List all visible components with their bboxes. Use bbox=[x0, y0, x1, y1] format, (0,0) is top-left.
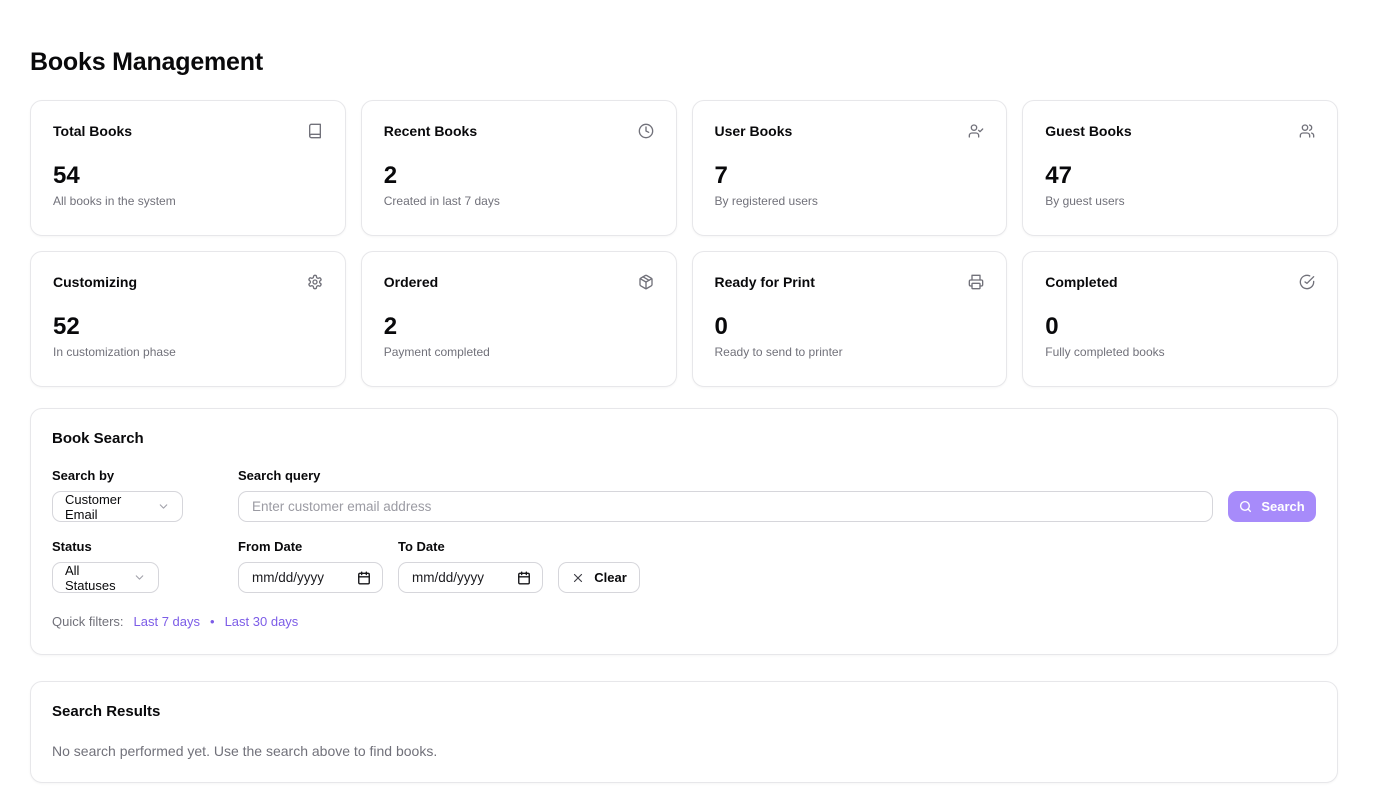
check-circle-icon bbox=[1299, 274, 1315, 290]
status-label: Status bbox=[52, 539, 223, 554]
stat-card-title: Ready for Print bbox=[715, 274, 815, 290]
stat-card-subtitle: By registered users bbox=[715, 194, 985, 208]
clear-button-label: Clear bbox=[594, 570, 627, 585]
stat-card-value: 52 bbox=[53, 315, 323, 339]
stat-card-subtitle: All books in the system bbox=[53, 194, 323, 208]
status-field: Status All Statuses bbox=[52, 539, 223, 593]
search-by-field: Search by Customer Email bbox=[52, 468, 223, 522]
search-by-select[interactable]: Customer Email bbox=[52, 491, 183, 522]
stat-card-subtitle: Payment completed bbox=[384, 345, 654, 359]
stat-card-header: Completed bbox=[1045, 274, 1315, 290]
stat-card-title: Ordered bbox=[384, 274, 438, 290]
stat-card-subtitle: Created in last 7 days bbox=[384, 194, 654, 208]
status-select[interactable]: All Statuses bbox=[52, 562, 159, 593]
books-management-page: Books Management Total Books 54 All book… bbox=[30, 0, 1338, 783]
stat-card-value: 7 bbox=[715, 164, 985, 188]
search-icon bbox=[1239, 500, 1252, 513]
stat-card-header: Customizing bbox=[53, 274, 323, 290]
search-query-label: Search query bbox=[238, 468, 1213, 483]
from-date-value: mm/dd/yyyy bbox=[252, 570, 324, 585]
gear-icon bbox=[307, 274, 323, 290]
stat-card-header: Total Books bbox=[53, 123, 323, 139]
stat-card-title: Total Books bbox=[53, 123, 132, 139]
book-icon bbox=[307, 123, 323, 139]
chevron-down-icon bbox=[133, 571, 146, 584]
stat-card-header: Guest Books bbox=[1045, 123, 1315, 139]
to-date-field: To Date mm/dd/yyyy bbox=[398, 539, 543, 593]
from-date-field: From Date mm/dd/yyyy bbox=[238, 539, 383, 593]
stat-card-title: Customizing bbox=[53, 274, 137, 290]
user-check-icon bbox=[968, 123, 984, 139]
search-button[interactable]: Search bbox=[1228, 491, 1316, 522]
stats-grid: Total Books 54 All books in the system R… bbox=[30, 100, 1338, 387]
users-icon bbox=[1299, 123, 1315, 139]
page-title: Books Management bbox=[30, 48, 1338, 77]
to-date-input[interactable]: mm/dd/yyyy bbox=[398, 562, 543, 593]
stat-card: Ordered 2 Payment completed bbox=[361, 251, 677, 387]
search-results-title: Search Results bbox=[52, 703, 1316, 720]
clock-icon bbox=[638, 123, 654, 139]
stat-card-title: Guest Books bbox=[1045, 123, 1131, 139]
stat-card-value: 0 bbox=[1045, 315, 1315, 339]
search-query-field: Search query bbox=[238, 468, 1213, 522]
from-date-input[interactable]: mm/dd/yyyy bbox=[238, 562, 383, 593]
stat-card-title: User Books bbox=[715, 123, 793, 139]
stat-card-value: 2 bbox=[384, 315, 654, 339]
calendar-icon[interactable] bbox=[517, 571, 531, 585]
book-search-title: Book Search bbox=[52, 430, 1316, 447]
quick-filters-label: Quick filters: bbox=[52, 614, 124, 629]
chevron-down-icon bbox=[157, 500, 170, 513]
status-selected-value: All Statuses bbox=[65, 563, 125, 593]
stat-card-subtitle: By guest users bbox=[1045, 194, 1315, 208]
stat-card-title: Completed bbox=[1045, 274, 1117, 290]
stat-card-header: Recent Books bbox=[384, 123, 654, 139]
x-icon bbox=[571, 571, 585, 585]
stat-card: Customizing 52 In customization phase bbox=[30, 251, 346, 387]
search-by-label: Search by bbox=[52, 468, 223, 483]
package-icon bbox=[638, 274, 654, 290]
stat-card-subtitle: In customization phase bbox=[53, 345, 323, 359]
stat-card: Total Books 54 All books in the system bbox=[30, 100, 346, 236]
stat-card-title: Recent Books bbox=[384, 123, 477, 139]
clear-button[interactable]: Clear bbox=[558, 562, 640, 593]
stat-card-value: 47 bbox=[1045, 164, 1315, 188]
search-results-card: Search Results No search performed yet. … bbox=[30, 681, 1338, 783]
stat-card-subtitle: Fully completed books bbox=[1045, 345, 1315, 359]
calendar-icon[interactable] bbox=[357, 571, 371, 585]
stat-card-value: 54 bbox=[53, 164, 323, 188]
stat-card-header: Ordered bbox=[384, 274, 654, 290]
quick-filter-last-7-days[interactable]: Last 7 days bbox=[134, 614, 201, 629]
quick-filters: Quick filters: Last 7 days • Last 30 day… bbox=[52, 614, 1316, 629]
stat-card-header: User Books bbox=[715, 123, 985, 139]
search-button-label: Search bbox=[1261, 499, 1304, 514]
quick-filter-last-30-days[interactable]: Last 30 days bbox=[225, 614, 299, 629]
stat-card-value: 0 bbox=[715, 315, 985, 339]
to-date-value: mm/dd/yyyy bbox=[412, 570, 484, 585]
search-row-primary: Search by Customer Email Search query Se… bbox=[52, 468, 1316, 522]
stat-card: Guest Books 47 By guest users bbox=[1022, 100, 1338, 236]
stat-card: User Books 7 By registered users bbox=[692, 100, 1008, 236]
to-date-label: To Date bbox=[398, 539, 543, 554]
search-query-input[interactable] bbox=[238, 491, 1213, 522]
from-date-label: From Date bbox=[238, 539, 383, 554]
search-results-empty-message: No search performed yet. Use the search … bbox=[52, 743, 1316, 759]
stat-card: Ready for Print 0 Ready to send to print… bbox=[692, 251, 1008, 387]
stat-card: Recent Books 2 Created in last 7 days bbox=[361, 100, 677, 236]
stat-card-value: 2 bbox=[384, 164, 654, 188]
stat-card: Completed 0 Fully completed books bbox=[1022, 251, 1338, 387]
search-by-selected-value: Customer Email bbox=[65, 492, 149, 522]
search-row-filters: Status All Statuses From Date mm/dd/yyyy… bbox=[52, 539, 1316, 593]
quick-filters-separator: • bbox=[210, 614, 215, 629]
stat-card-header: Ready for Print bbox=[715, 274, 985, 290]
printer-icon bbox=[968, 274, 984, 290]
book-search-card: Book Search Search by Customer Email Sea… bbox=[30, 408, 1338, 655]
stat-card-subtitle: Ready to send to printer bbox=[715, 345, 985, 359]
